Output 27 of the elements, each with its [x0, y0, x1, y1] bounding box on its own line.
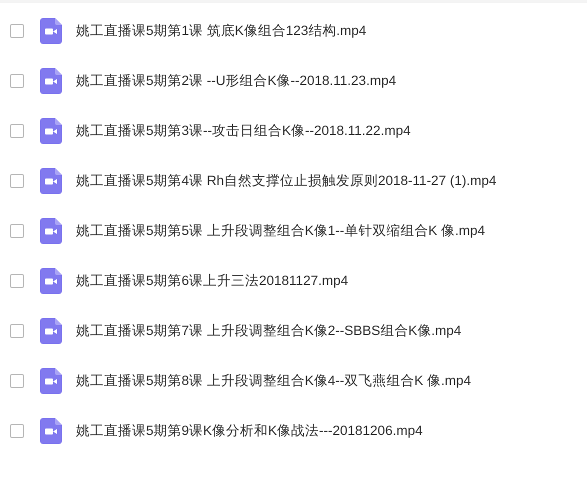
video-file-icon [40, 268, 62, 294]
file-name[interactable]: 姚工直播课5期第3课--攻击日组合K像--2018.11.22.mp4 [76, 122, 411, 140]
video-file-icon [40, 318, 62, 344]
file-name[interactable]: 姚工直播课5期第5课 上升段调整组合K像1--单针双缩组合K 像.mp4 [76, 222, 486, 240]
file-name[interactable]: 姚工直播课5期第1课 筑底K像组合123结构.mp4 [76, 22, 366, 40]
file-name[interactable]: 姚工直播课5期第4课 Rh自然支撑位止损触发原则2018-11-27 (1).mp4 [76, 172, 496, 190]
video-file-icon [40, 18, 62, 44]
file-name[interactable]: 姚工直播课5期第6课上升三法20181127.mp4 [76, 272, 348, 290]
video-file-icon [40, 418, 62, 444]
checkbox[interactable] [10, 324, 24, 338]
checkbox[interactable] [10, 74, 24, 88]
checkbox[interactable] [10, 274, 24, 288]
file-name[interactable]: 姚工直播课5期第8课 上升段调整组合K像4--双飞燕组合K 像.mp4 [76, 372, 472, 390]
checkbox[interactable] [10, 24, 24, 38]
video-file-icon [40, 118, 62, 144]
checkbox[interactable] [10, 174, 24, 188]
file-name[interactable]: 姚工直播课5期第7课 上升段调整组合K像2--SBBS组合K像.mp4 [76, 322, 462, 340]
checkbox[interactable] [10, 224, 24, 238]
video-file-icon [40, 368, 62, 394]
video-file-icon [40, 168, 62, 194]
video-file-icon [40, 218, 62, 244]
checkbox[interactable] [10, 124, 24, 138]
video-file-icon [40, 68, 62, 94]
file-name[interactable]: 姚工直播课5期第2课 --U形组合K像--2018.11.23.mp4 [76, 72, 396, 90]
checkbox[interactable] [10, 424, 24, 438]
file-name[interactable]: 姚工直播课5期第9课K像分析和K像战法---20181206.mp4 [76, 422, 423, 440]
checkbox[interactable] [10, 374, 24, 388]
